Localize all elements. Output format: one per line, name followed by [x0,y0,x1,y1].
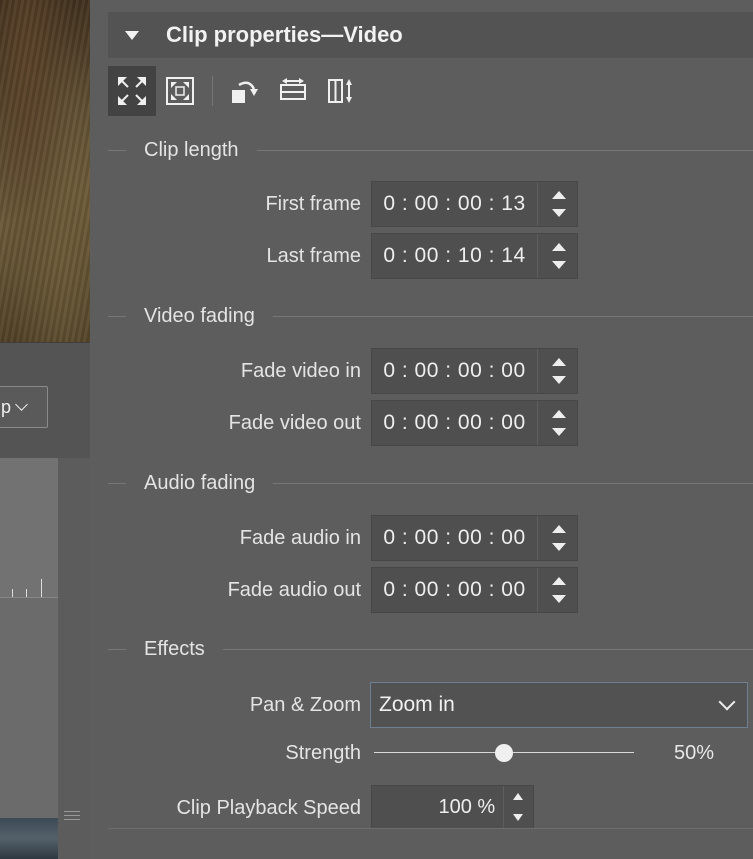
fit-frame-button[interactable] [156,66,204,116]
playback-speed-label: Clip Playback Speed [176,797,361,819]
view-select-value: p [1,396,12,417]
first-frame-value[interactable]: 0 : 00 : 00 : 13 [372,182,537,226]
chevron-down-icon [15,398,28,411]
fit-frame-icon [166,77,194,105]
transform-toolbar [108,66,365,116]
fade-audio-in-input[interactable]: 0 : 00 : 00 : 00 [371,515,578,561]
panel-title: Clip properties—Video [166,22,403,47]
playback-speed-input[interactable]: 100 % [371,785,534,829]
scale-tick [26,589,27,597]
section-clip-length: Clip length [108,138,753,162]
playback-speed-row: Clip Playback Speed 100 % [90,785,753,831]
fade-video-out-row: Fade video out 0 : 00 : 00 : 00 [90,400,753,446]
fade-video-out-label: Fade video out [228,412,361,434]
strength-row: Strength 50% [90,730,753,776]
fullscreen-icon [118,77,146,105]
drag-grip-icon[interactable] [64,808,80,823]
first-frame-label: First frame [265,193,361,215]
spin-down-icon [552,595,566,603]
strength-value: 50% [674,742,715,764]
playback-speed-spinner[interactable] [503,786,533,828]
fade-video-out-spinner[interactable] [537,401,577,445]
fade-video-in-spinner[interactable] [537,349,577,393]
fade-video-in-value[interactable]: 0 : 00 : 00 : 00 [372,349,537,393]
strength-label: Strength [285,742,361,764]
spin-up-icon [552,410,566,418]
spin-down-icon [552,543,566,551]
panel-header[interactable]: Clip properties—Video [108,12,753,58]
section-video-fading: Video fading [108,304,753,328]
first-frame-spinner[interactable] [537,182,577,226]
histogram-scale [0,458,58,598]
video-preview [0,0,90,342]
section-audio-fading: Audio fading [108,471,753,495]
last-frame-label: Last frame [266,245,361,267]
spin-down-icon [552,261,566,269]
spin-up-icon [552,243,566,251]
section-label: Effects [144,637,205,660]
fullscreen-button[interactable] [108,66,156,116]
last-frame-spinner[interactable] [537,234,577,278]
slider-thumb[interactable] [495,744,513,762]
section-label: Audio fading [144,471,256,494]
fade-audio-out-label: Fade audio out [227,579,361,601]
fade-video-out-value[interactable]: 0 : 00 : 00 : 00 [372,401,537,445]
spin-down-icon [552,428,566,436]
scale-tick [12,589,13,597]
fade-audio-out-spinner[interactable] [537,568,577,612]
pan-zoom-label: Pan & Zoom [249,694,361,716]
histogram-area [0,458,58,818]
spin-up-icon [552,525,566,533]
fade-video-in-label: Fade video in [240,360,361,382]
rotate-button[interactable] [221,66,269,116]
flip-vertical-icon [328,79,352,103]
chevron-down-icon [718,693,736,711]
pan-zoom-row: Pan & Zoom Zoom in [90,682,753,728]
flip-horizontal-button[interactable] [269,66,317,116]
clip-properties-panel: Clip properties—Video Clip length First … [90,0,753,859]
view-select[interactable]: p [0,386,48,428]
scale-tick [41,579,42,597]
fade-audio-out-value[interactable]: 0 : 00 : 00 : 00 [372,568,537,612]
first-frame-input[interactable]: 0 : 00 : 00 : 13 [371,181,578,227]
section-label: Clip length [144,138,239,161]
playback-speed-value[interactable]: 100 % [372,786,503,828]
spin-down-icon [552,209,566,217]
fade-audio-out-input[interactable]: 0 : 00 : 00 : 00 [371,567,578,613]
fade-audio-in-spinner[interactable] [537,516,577,560]
toolbar-separator [212,76,213,106]
spin-up-icon [552,191,566,199]
fade-audio-out-row: Fade audio out 0 : 00 : 00 : 00 [90,567,753,613]
left-scrollbar[interactable] [58,458,90,859]
fade-audio-in-value[interactable]: 0 : 00 : 00 : 00 [372,516,537,560]
panel-divider [108,828,753,829]
fade-video-in-input[interactable]: 0 : 00 : 00 : 00 [371,348,578,394]
fade-video-out-input[interactable]: 0 : 00 : 00 : 00 [371,400,578,446]
strength-slider[interactable] [374,730,634,776]
section-label: Video fading [144,304,255,327]
spin-down-icon [552,376,566,384]
last-frame-value[interactable]: 0 : 00 : 10 : 14 [372,234,537,278]
last-frame-input[interactable]: 0 : 00 : 10 : 14 [371,233,578,279]
last-frame-row: Last frame 0 : 00 : 10 : 14 [90,233,753,279]
spin-up-icon [552,358,566,366]
left-panel: p [0,0,90,859]
spin-up-icon [552,577,566,585]
left-toolbar: p [0,342,90,458]
spin-down-icon [513,814,524,821]
section-effects: Effects [108,637,753,661]
thumbnail-strip [0,818,58,859]
pan-zoom-value: Zoom in [379,693,455,716]
flip-horizontal-icon [280,78,306,100]
fade-audio-in-label: Fade audio in [239,527,361,549]
spin-up-icon [513,793,524,800]
pan-zoom-select[interactable]: Zoom in [370,682,748,728]
collapse-caret-icon[interactable] [125,30,139,40]
fade-video-in-row: Fade video in 0 : 00 : 00 : 00 [90,348,753,394]
fade-audio-in-row: Fade audio in 0 : 00 : 00 : 00 [90,515,753,561]
flip-vertical-button[interactable] [317,66,365,116]
first-frame-row: First frame 0 : 00 : 00 : 13 [90,181,753,227]
rotate-icon [232,81,258,103]
